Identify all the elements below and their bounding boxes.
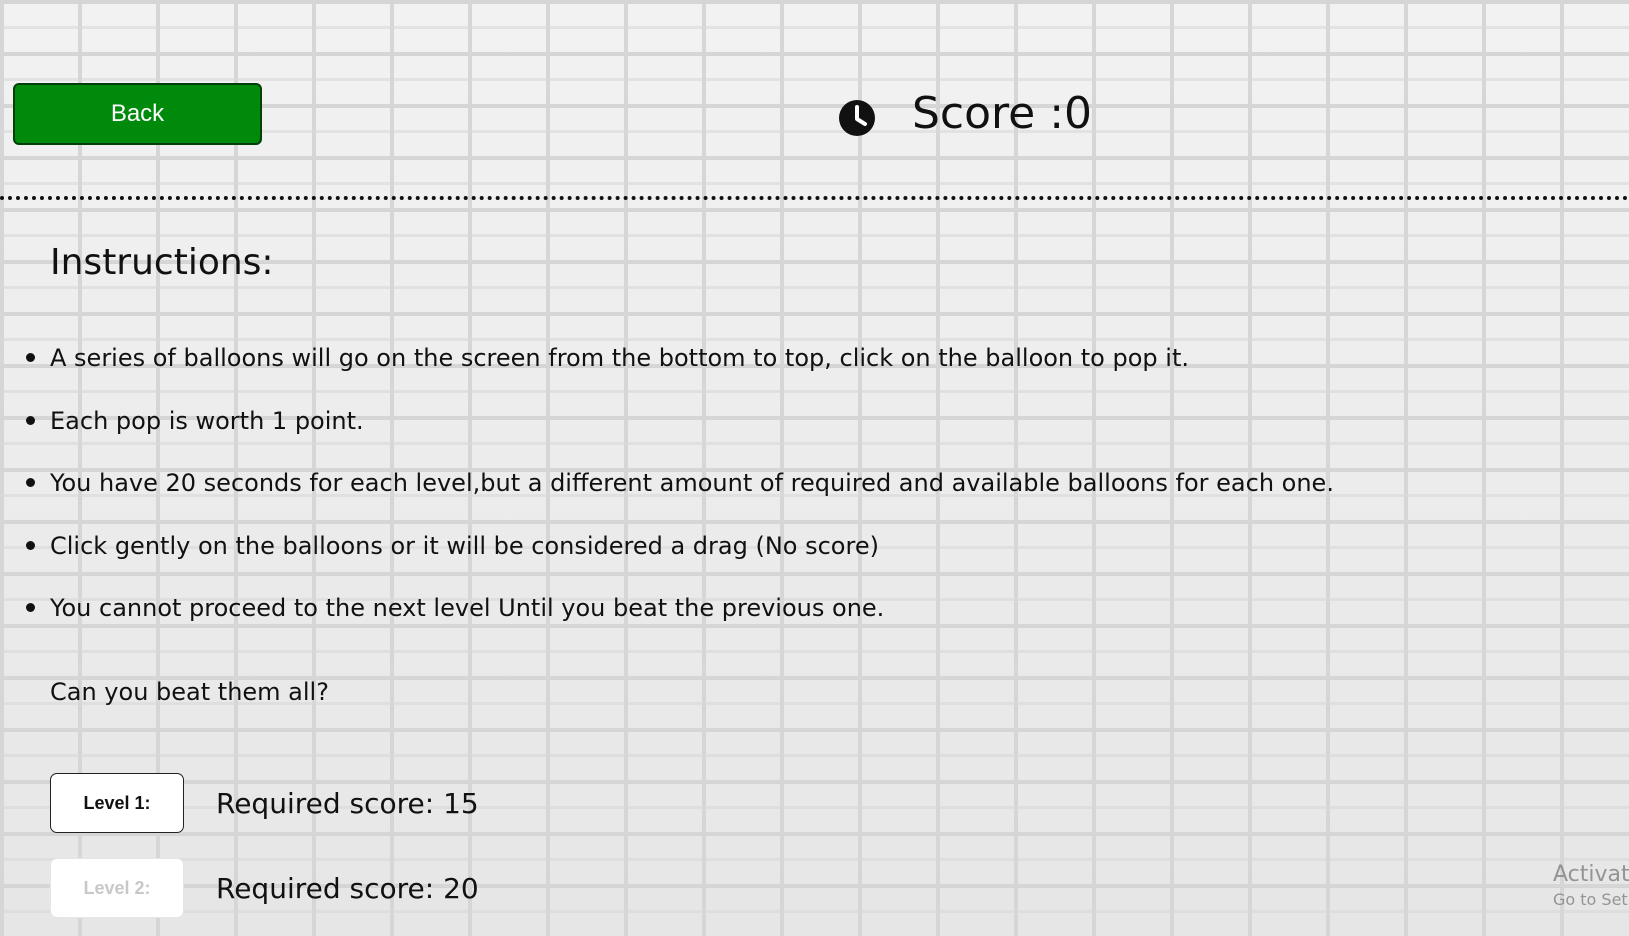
instruction-list: A series of balloons will go on the scre… xyxy=(0,330,1400,643)
instruction-text: Click gently on the balloons or it will … xyxy=(50,531,879,560)
level-1-button[interactable]: Level 1: xyxy=(50,773,184,833)
level-2-button[interactable]: Level 2: xyxy=(50,858,184,918)
instruction-item: A series of balloons will go on the scre… xyxy=(0,330,1400,393)
instruction-text: A series of balloons will go on the scre… xyxy=(50,344,1189,372)
bullet-icon xyxy=(26,415,35,425)
score-display: Score :0 xyxy=(912,88,1093,139)
bullet-icon xyxy=(26,353,35,362)
activation-watermark: Activat Go to Set xyxy=(1553,862,1629,912)
bullet-icon xyxy=(26,540,35,550)
instruction-text: You have 20 seconds for each level,but a… xyxy=(50,469,1334,497)
level-1-required-score: Required score: 15 xyxy=(216,786,479,820)
bullet-icon xyxy=(26,478,35,487)
challenge-question: Can you beat them all? xyxy=(50,678,329,706)
dotted-divider xyxy=(0,196,1629,200)
back-button[interactable]: Back xyxy=(13,83,262,145)
instruction-item: You have 20 seconds for each level,but a… xyxy=(0,455,1400,518)
instructions-title: Instructions: xyxy=(50,242,274,283)
level-2-required-score: Required score: 20 xyxy=(216,871,479,905)
watermark-subtitle: Go to Set xyxy=(1553,890,1628,909)
instruction-text: You cannot proceed to the next level Unt… xyxy=(50,594,885,622)
instruction-item: Click gently on the balloons or it will … xyxy=(0,518,1400,581)
clock-icon xyxy=(839,100,875,136)
instruction-text: Each pop is worth 1 point. xyxy=(50,406,364,435)
watermark-title: Activat xyxy=(1553,862,1629,887)
bullet-icon xyxy=(26,603,35,612)
level-row-1: Level 1: Required score: 15 xyxy=(50,773,479,833)
instruction-item: You cannot proceed to the next level Unt… xyxy=(0,580,1400,643)
level-row-2: Level 2: Required score: 20 xyxy=(50,858,479,918)
instruction-item: Each pop is worth 1 point. xyxy=(0,393,1400,456)
